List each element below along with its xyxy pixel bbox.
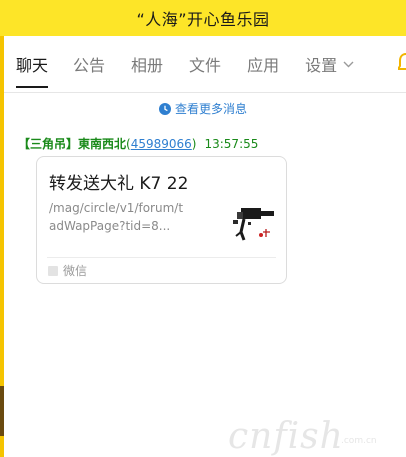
sender-name: 東南西北 <box>78 137 127 151</box>
kite-reel-icon <box>230 202 276 244</box>
source-app-icon <box>48 265 58 276</box>
source-label: 微信 <box>63 264 88 278</box>
card-divider <box>47 257 276 258</box>
tab-settings-label: 设置 <box>305 56 338 75</box>
chevron-down-icon <box>343 58 354 71</box>
tab-files[interactable]: 文件 <box>189 36 221 93</box>
tab-chat-label: 聊天 <box>16 56 49 75</box>
bell-icon[interactable] <box>396 52 406 74</box>
tab-album-label: 相册 <box>131 56 164 75</box>
tab-files-label: 文件 <box>189 56 222 75</box>
tab-announcements-label: 公告 <box>73 56 106 75</box>
tab-apps[interactable]: 应用 <box>247 36 279 93</box>
card-description: /mag/circle/v1/forum/thre adWapPage?tid=… <box>49 199 184 235</box>
tab-chat[interactable]: 聊天 <box>16 36 49 93</box>
view-more-label: 查看更多消息 <box>174 102 247 116</box>
message-meta: 【三角吊】東南西北(45989066) 13:57:55 <box>18 135 258 152</box>
card-source: 微信 <box>48 262 87 279</box>
site-watermark-domain: .com.cn <box>341 436 377 446</box>
sender-tag: 【三角吊】 <box>18 137 79 151</box>
card-desc-line-1: /mag/circle/v1/forum/thre <box>49 201 184 215</box>
chat-window: “人海”开心鱼乐园 聊天 公告 相册 文件 应用 设置 查看更多消息 【三角吊】… <box>0 0 406 457</box>
clock-icon <box>158 102 171 115</box>
qq-close-paren: ) <box>191 137 197 151</box>
tab-announcements[interactable]: 公告 <box>73 36 105 93</box>
left-edge-shadow <box>0 386 4 436</box>
tab-settings[interactable]: 设置 <box>305 36 354 93</box>
shared-link-card[interactable]: 转发送大礼 K7 22 /mag/circle/v1/forum/thre ad… <box>36 156 287 284</box>
card-title: 转发送大礼 K7 22 <box>49 174 189 194</box>
title-bar[interactable]: “人海”开心鱼乐园 <box>0 0 406 36</box>
tab-bar: 聊天 公告 相册 文件 应用 设置 <box>4 36 406 93</box>
view-more-messages-link[interactable]: 查看更多消息 <box>0 100 406 117</box>
tab-album[interactable]: 相册 <box>131 36 163 93</box>
card-desc-line-2: adWapPage?tid=8... <box>49 219 171 233</box>
message-time: 13:57:55 <box>204 137 259 151</box>
sender-qq-link[interactable]: 45989066 <box>131 137 192 151</box>
site-watermark: cnfish <box>228 416 344 457</box>
tab-apps-label: 应用 <box>247 56 280 75</box>
window-title: “人海”开心鱼乐园 <box>136 10 270 29</box>
